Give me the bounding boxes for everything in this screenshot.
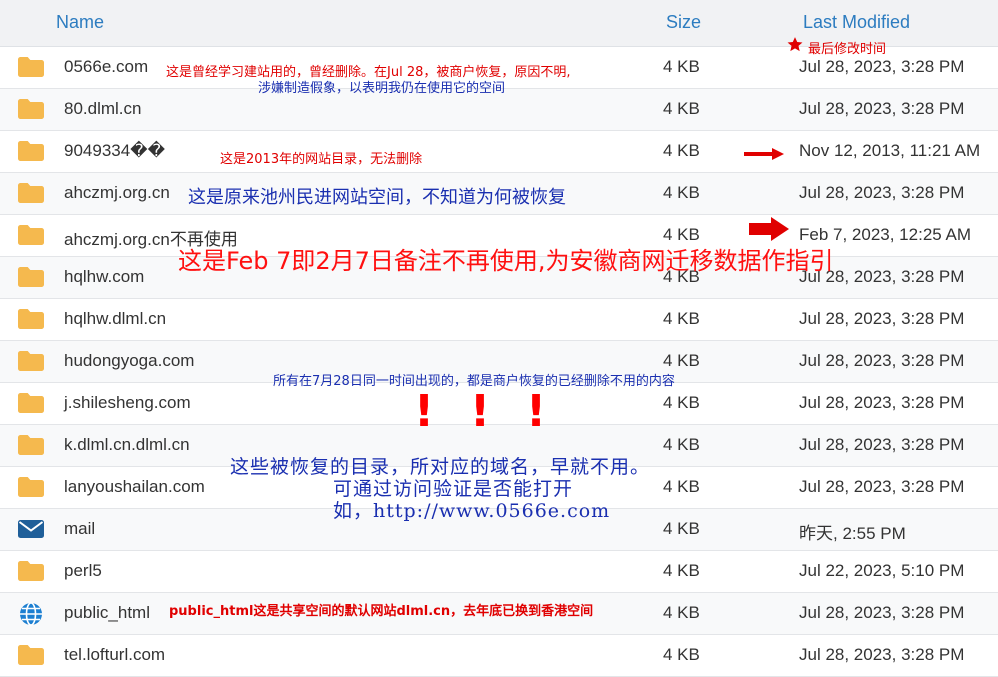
file-name[interactable]: public_html [64, 603, 150, 623]
exclamation-mark: ! [526, 386, 547, 437]
table-row[interactable]: hqlhw.dlml.cn 4 KB Jul 28, 2023, 3:28 PM [0, 299, 998, 341]
file-last-modified: 昨天, 2:55 PM [799, 524, 906, 543]
file-last-modified: Jul 28, 2023, 3:28 PM [799, 603, 965, 622]
file-size: 4 KB [663, 351, 700, 370]
folder-icon [17, 350, 45, 372]
file-size: 4 KB [663, 561, 700, 580]
file-name[interactable]: hqlhw.com [64, 267, 144, 287]
folder-icon [17, 98, 45, 120]
last-modified-note: 最后修改时间 [808, 42, 887, 57]
file-name[interactable]: hqlhw.dlml.cn [64, 309, 166, 329]
column-header-size[interactable]: Size [666, 12, 701, 33]
file-name[interactable]: 9049334�� [64, 141, 165, 161]
exclamation-mark: ! [414, 386, 435, 437]
table-row[interactable]: 9049334�� 4 KB Nov 12, 2013, 11:21 AM [0, 131, 998, 173]
folder-icon [17, 266, 45, 288]
file-size: 4 KB [663, 645, 700, 664]
file-last-modified: Jul 28, 2023, 3:28 PM [799, 393, 965, 412]
file-name[interactable]: lanyoushailan.com [64, 477, 205, 497]
folder-icon [17, 644, 45, 666]
folder-icon [17, 182, 45, 204]
annotation-restored-line3: 如，http://www.0566e.com [333, 500, 611, 522]
globe-icon [17, 602, 45, 626]
table-row[interactable]: j.shilesheng.com 4 KB Jul 28, 2023, 3:28 P… [0, 383, 998, 425]
file-name[interactable]: 0566e.com [64, 57, 148, 77]
arrow-right-icon [744, 147, 784, 165]
file-size: 4 KB [663, 519, 700, 538]
exclamation-mark: ! [470, 386, 491, 437]
file-size: 4 KB [663, 603, 700, 622]
annotation-row2: 这是2013年的网站目录，无法删除 [220, 152, 423, 167]
file-size: 4 KB [663, 477, 700, 496]
file-last-modified: Jul 22, 2023, 5:10 PM [799, 561, 965, 580]
file-last-modified: Jul 28, 2023, 3:28 PM [799, 351, 965, 370]
file-size: 4 KB [663, 435, 700, 454]
file-last-modified: Jul 28, 2023, 3:28 PM [799, 99, 965, 118]
file-last-modified: Jul 28, 2023, 3:28 PM [799, 183, 965, 202]
folder-icon [17, 434, 45, 456]
file-size: 4 KB [663, 393, 700, 412]
file-size: 4 KB [663, 183, 700, 202]
table-row[interactable]: perl5 4 KB Jul 22, 2023, 5:10 PM [0, 551, 998, 593]
folder-icon [17, 392, 45, 414]
file-last-modified: Jul 28, 2023, 3:28 PM [799, 309, 965, 328]
file-name[interactable]: tel.lofturl.com [64, 645, 165, 665]
table-row[interactable]: tel.lofturl.com 4 KB Jul 28, 2023, 3:28 PM [0, 635, 998, 677]
mail-icon [17, 518, 45, 540]
file-name[interactable]: ahczmj.org.cn [64, 183, 170, 203]
file-last-modified: Jul 28, 2023, 3:28 PM [799, 645, 965, 664]
folder-icon [17, 308, 45, 330]
star-icon [786, 36, 804, 58]
folder-icon [17, 56, 45, 78]
file-size: 4 KB [663, 309, 700, 328]
file-name[interactable]: mail [64, 519, 95, 539]
folder-icon [17, 560, 45, 582]
column-header-last-modified[interactable]: Last Modified [803, 12, 910, 33]
folder-icon [17, 224, 45, 246]
file-size: 4 KB [663, 141, 700, 160]
file-name[interactable]: hudongyoga.com [64, 351, 194, 371]
file-name[interactable]: 80.dlml.cn [64, 99, 141, 119]
folder-icon [17, 476, 45, 498]
file-name[interactable]: perl5 [64, 561, 102, 581]
file-size: 4 KB [663, 57, 700, 76]
file-last-modified: Nov 12, 2013, 11:21 AM [799, 141, 981, 160]
file-name[interactable]: k.dlml.cn.dlml.cn [64, 435, 190, 455]
file-name[interactable]: j.shilesheng.com [64, 393, 191, 413]
file-last-modified: Jul 28, 2023, 3:28 PM [799, 57, 965, 76]
annotation-feb7: 这是Feb 7即2月7日备注不再使用,为安徽商网迁移数据作指引 [178, 247, 834, 275]
annotation-row3: 这是原来池州民进网站空间，不知道为何被恢复 [188, 187, 566, 208]
folder-icon [17, 140, 45, 162]
annotation-row0-line2: 涉嫌制造假象，以表明我仍在使用它的空间 [258, 81, 506, 96]
column-header-name[interactable]: Name [56, 12, 104, 33]
annotation-public-html: public_html这是共享空间的默认网站dlml.cn，去年底已换到香港空间 [169, 604, 594, 619]
file-last-modified: Jul 28, 2023, 3:28 PM [799, 435, 965, 454]
file-last-modified: Jul 28, 2023, 3:28 PM [799, 477, 965, 496]
file-size: 4 KB [663, 99, 700, 118]
